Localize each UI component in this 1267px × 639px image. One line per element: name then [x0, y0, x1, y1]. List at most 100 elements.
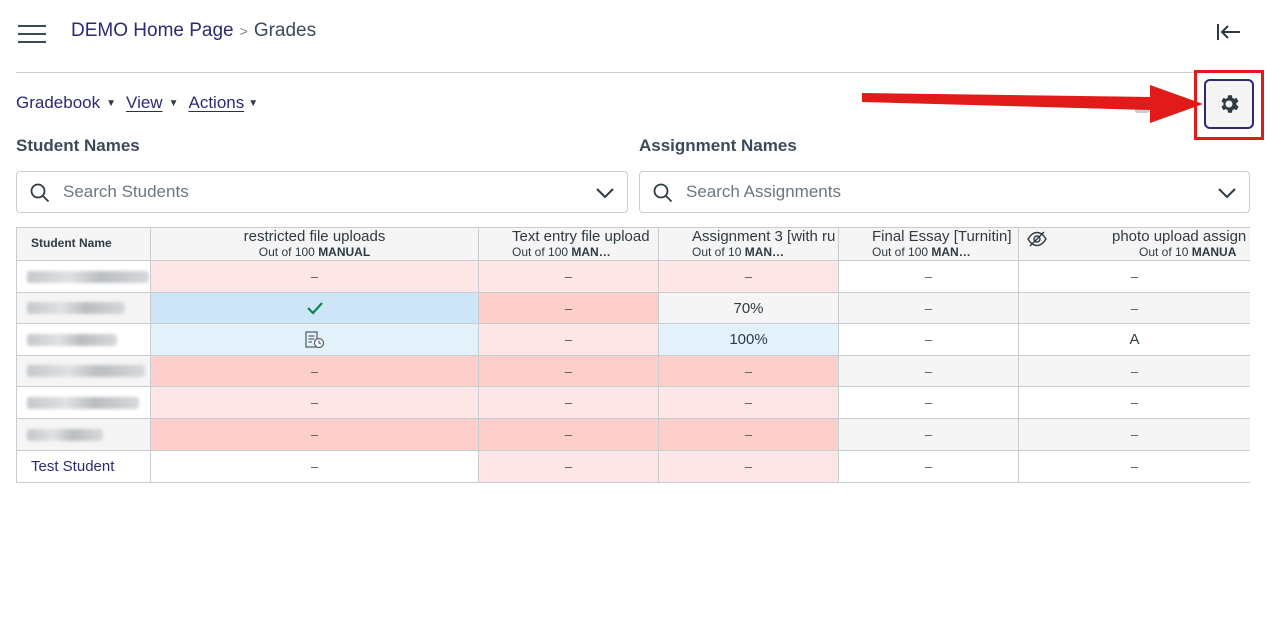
grade-cell[interactable]: 100% [659, 324, 839, 356]
student-name-column-header[interactable]: Student Name [16, 227, 151, 260]
student-name-cell[interactable] [16, 324, 151, 356]
grade-cell[interactable]: – [839, 261, 1019, 292]
grade-value: – [564, 300, 573, 316]
grade-cell[interactable]: – [839, 387, 1019, 419]
assignment-title: Assignment 3 [with ru [692, 228, 836, 245]
grade-value: – [1130, 458, 1139, 474]
grade-cell[interactable]: – [1019, 419, 1250, 450]
grade-cell[interactable]: – [479, 261, 659, 292]
assignment-out-of: Out of 10 [692, 245, 742, 259]
assignment-title: photo upload assign [1112, 228, 1247, 245]
view-menu[interactable]: View ▼ [126, 93, 178, 113]
grade-cell[interactable]: – [839, 292, 1019, 324]
grade-value: – [924, 332, 933, 348]
student-name-cell[interactable] [16, 419, 151, 450]
grade-cell[interactable]: – [1019, 292, 1250, 324]
grade-cell[interactable]: – [151, 355, 479, 387]
grade-value: – [310, 395, 319, 411]
grade-cell[interactable]: – [839, 324, 1019, 356]
annotation-arrow [862, 85, 1203, 123]
blurred-student-name [27, 270, 149, 283]
collapse-sidebar-icon[interactable] [1216, 22, 1242, 42]
grade-value: – [564, 269, 573, 284]
grade-cell[interactable]: A [1019, 324, 1250, 356]
grade-cell[interactable]: – [1019, 387, 1250, 419]
grade-cell[interactable]: – [659, 450, 839, 482]
actions-menu[interactable]: Actions ▼ [188, 93, 258, 113]
student-name-link[interactable]: Test Student [31, 458, 114, 475]
grade-cell[interactable]: – [1019, 261, 1250, 292]
grade-cell[interactable]: – [479, 450, 659, 482]
blurred-student-name [27, 302, 125, 315]
student-name-cell[interactable] [16, 292, 151, 324]
eye-slash-icon [1027, 231, 1047, 247]
settings-button[interactable] [1204, 79, 1254, 129]
grade-cell[interactable]: – [839, 419, 1019, 450]
gradebook-menu-bar: Gradebook ▼ View ▼ Actions ▼ [16, 93, 268, 113]
student-name-cell[interactable] [16, 261, 151, 292]
gradebook-menu[interactable]: Gradebook ▼ [16, 93, 116, 113]
search-icon [653, 183, 673, 203]
assignment-column-header[interactable]: Assignment 3 [with ru Out of 10 MAN… [659, 227, 839, 260]
assignment-out-of: Out of 100 [872, 245, 929, 259]
assignment-column-header[interactable]: photo upload assign Out of 10 MANUA [1019, 227, 1250, 260]
grade-cell[interactable]: – [479, 292, 659, 324]
chevron-down-icon[interactable] [595, 185, 615, 201]
grade-cell[interactable] [151, 324, 479, 356]
table-row: – 70% – – [16, 291, 1250, 324]
grade-cell[interactable]: 70% [659, 292, 839, 324]
assignment-tag: MAN… [931, 245, 971, 259]
grade-cell[interactable]: – [1019, 450, 1250, 482]
caret-down-icon: ▼ [106, 97, 117, 109]
grade-cell[interactable]: – [659, 419, 839, 450]
student-names-label: Student Names [16, 136, 140, 155]
grade-cell[interactable]: – [1019, 355, 1250, 387]
grade-value: – [564, 332, 573, 348]
student-name-cell[interactable]: Test Student [16, 450, 151, 482]
assignment-out-of: Out of 100 [512, 245, 569, 259]
gradebook-menu-label: Gradebook [16, 93, 101, 112]
grade-value: – [310, 269, 319, 284]
assignment-column-header[interactable]: restricted file uploads Out of 100 MANUA… [151, 227, 479, 260]
student-name-cell[interactable] [16, 387, 151, 419]
student-search-input[interactable]: Search Students [16, 171, 628, 213]
grade-cell[interactable]: – [659, 261, 839, 292]
grade-cell[interactable]: – [151, 387, 479, 419]
hamburger-menu-icon[interactable] [18, 22, 46, 44]
grade-value: – [1130, 300, 1139, 316]
grade-cell[interactable] [151, 292, 479, 324]
assignment-points: Out of 10 MANUA [1019, 245, 1250, 259]
table-row: – – – – – [16, 386, 1250, 419]
assignment-points: Out of 100 MAN… [839, 245, 1018, 259]
grade-cell[interactable]: – [151, 450, 479, 482]
table-row: – – – – – [16, 354, 1250, 387]
assignment-points: Out of 100 MANUAL [151, 245, 478, 259]
assignment-out-of: Out of 10 [1139, 245, 1189, 259]
caret-down-icon: ▼ [248, 97, 259, 109]
assignment-search-placeholder: Search Assignments [686, 182, 841, 201]
grade-cell[interactable]: – [839, 355, 1019, 387]
blurred-student-name [27, 333, 117, 346]
grade-cell[interactable]: – [659, 355, 839, 387]
grade-cell[interactable]: – [479, 419, 659, 450]
breadcrumb-course-link[interactable]: DEMO Home Page [71, 20, 234, 42]
grade-cell[interactable]: – [151, 419, 479, 450]
grade-cell[interactable]: – [839, 450, 1019, 482]
assignment-tag: MAN… [571, 245, 611, 259]
assignment-search-input[interactable]: Search Assignments [639, 171, 1250, 213]
chevron-down-icon[interactable] [1217, 185, 1237, 201]
grade-cell[interactable]: – [479, 387, 659, 419]
grade-cell[interactable]: – [479, 324, 659, 356]
student-name-cell[interactable] [16, 355, 151, 387]
assignment-column-header[interactable]: Final Essay [Turnitin] Out of 100 MAN… [839, 227, 1019, 260]
assignment-points: Out of 100 MAN… [479, 245, 658, 259]
blurred-student-name [27, 365, 145, 378]
assignment-title: Final Essay [Turnitin] [872, 228, 1012, 245]
grade-cell[interactable]: – [479, 355, 659, 387]
grade-cell[interactable]: – [659, 387, 839, 419]
grade-value: – [1130, 395, 1139, 411]
assignment-points: Out of 10 MAN… [659, 245, 838, 259]
assignment-column-header[interactable]: Text entry file upload Out of 100 MAN… [479, 227, 659, 260]
view-menu-label: View [126, 93, 163, 112]
grade-cell[interactable]: – [151, 261, 479, 292]
